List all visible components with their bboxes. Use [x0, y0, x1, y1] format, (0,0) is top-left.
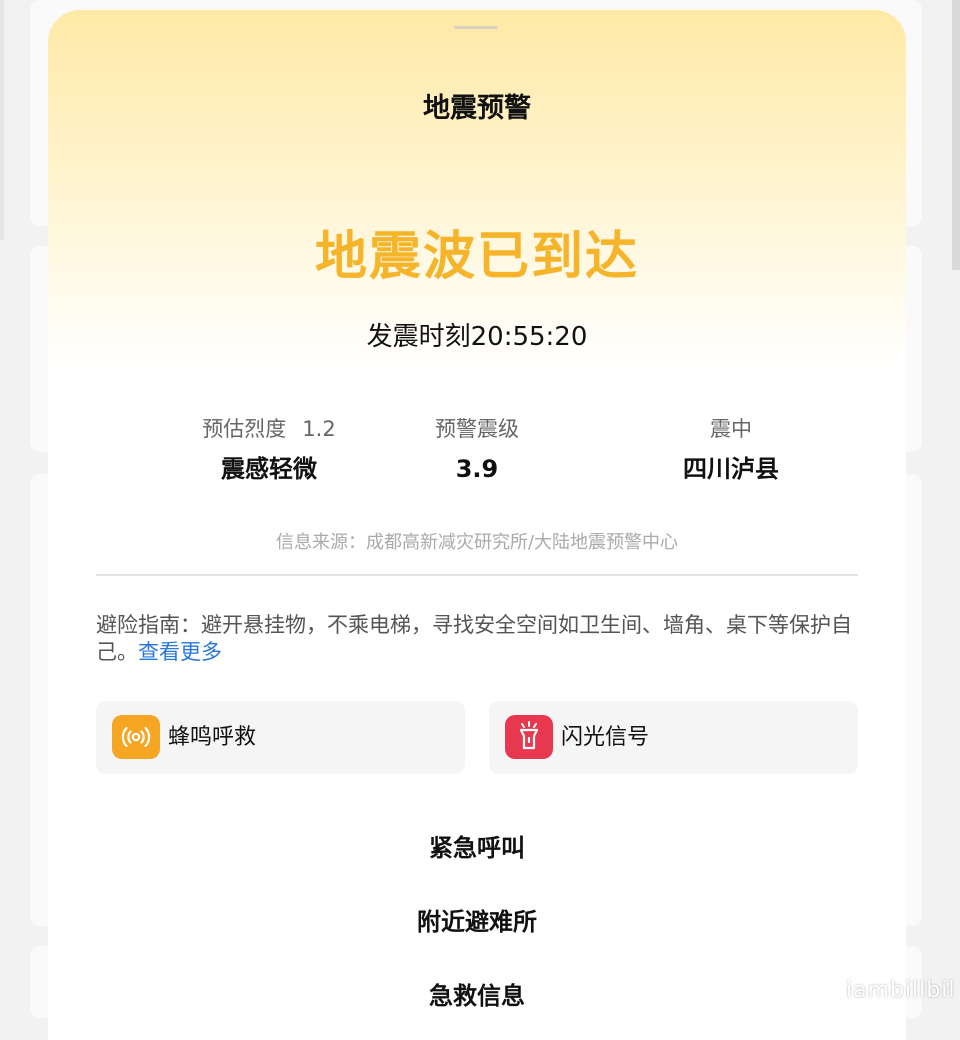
metric-epicenter: 震中 四川泸县	[601, 414, 861, 484]
beep-sos-button[interactable]: 蜂鸣呼救	[96, 701, 465, 774]
quake-time: 发震时刻20:55:20	[48, 316, 906, 353]
intensity-number: 1.2	[302, 417, 336, 441]
earthquake-warning-sheet: 地震预警 地震波已到达 发震时刻20:55:20 预估烈度 1.2 震感轻微 预警…	[48, 10, 906, 1040]
quake-time-label: 发震时刻	[366, 322, 471, 352]
metric-value: 四川泸县	[683, 455, 779, 483]
metric-label: 预警震级	[435, 417, 519, 441]
info-source: 信息来源：成都高新减灾研究所/大陆地震预警中心	[275, 532, 679, 553]
metric-value: 3.9	[455, 455, 499, 483]
flashlight-icon	[505, 715, 553, 759]
drag-handle[interactable]	[454, 26, 498, 29]
divider	[96, 574, 858, 576]
view-more-link[interactable]: 查看更多	[138, 640, 222, 664]
first-aid-info-link[interactable]: 急救信息	[48, 976, 906, 1011]
background-divider	[0, 0, 4, 240]
quake-time-value: 20:55:20	[470, 322, 588, 352]
watermark: iambillbil	[846, 978, 956, 1003]
emergency-call-link[interactable]: 紧急呼叫	[48, 828, 906, 863]
nearby-shelter-link[interactable]: 附近避难所	[48, 902, 906, 937]
warning-headline: 地震波已到达	[314, 227, 639, 287]
beep-sos-label: 蜂鸣呼救	[168, 725, 257, 750]
flash-signal-label: 闪光信号	[561, 725, 650, 750]
sheet-title: 地震预警	[423, 93, 531, 124]
metric-label: 震中	[710, 417, 752, 441]
beacon-icon	[112, 715, 160, 759]
metric-magnitude: 预警震级 3.9	[347, 414, 607, 484]
flash-signal-button[interactable]: 闪光信号	[489, 701, 858, 774]
safety-guide: 避险指南：避开悬挂物，不乘电梯，寻找安全空间如卫生间、墙角、桌下等保护自己。查看…	[96, 612, 856, 666]
scrollbar[interactable]	[952, 0, 960, 270]
